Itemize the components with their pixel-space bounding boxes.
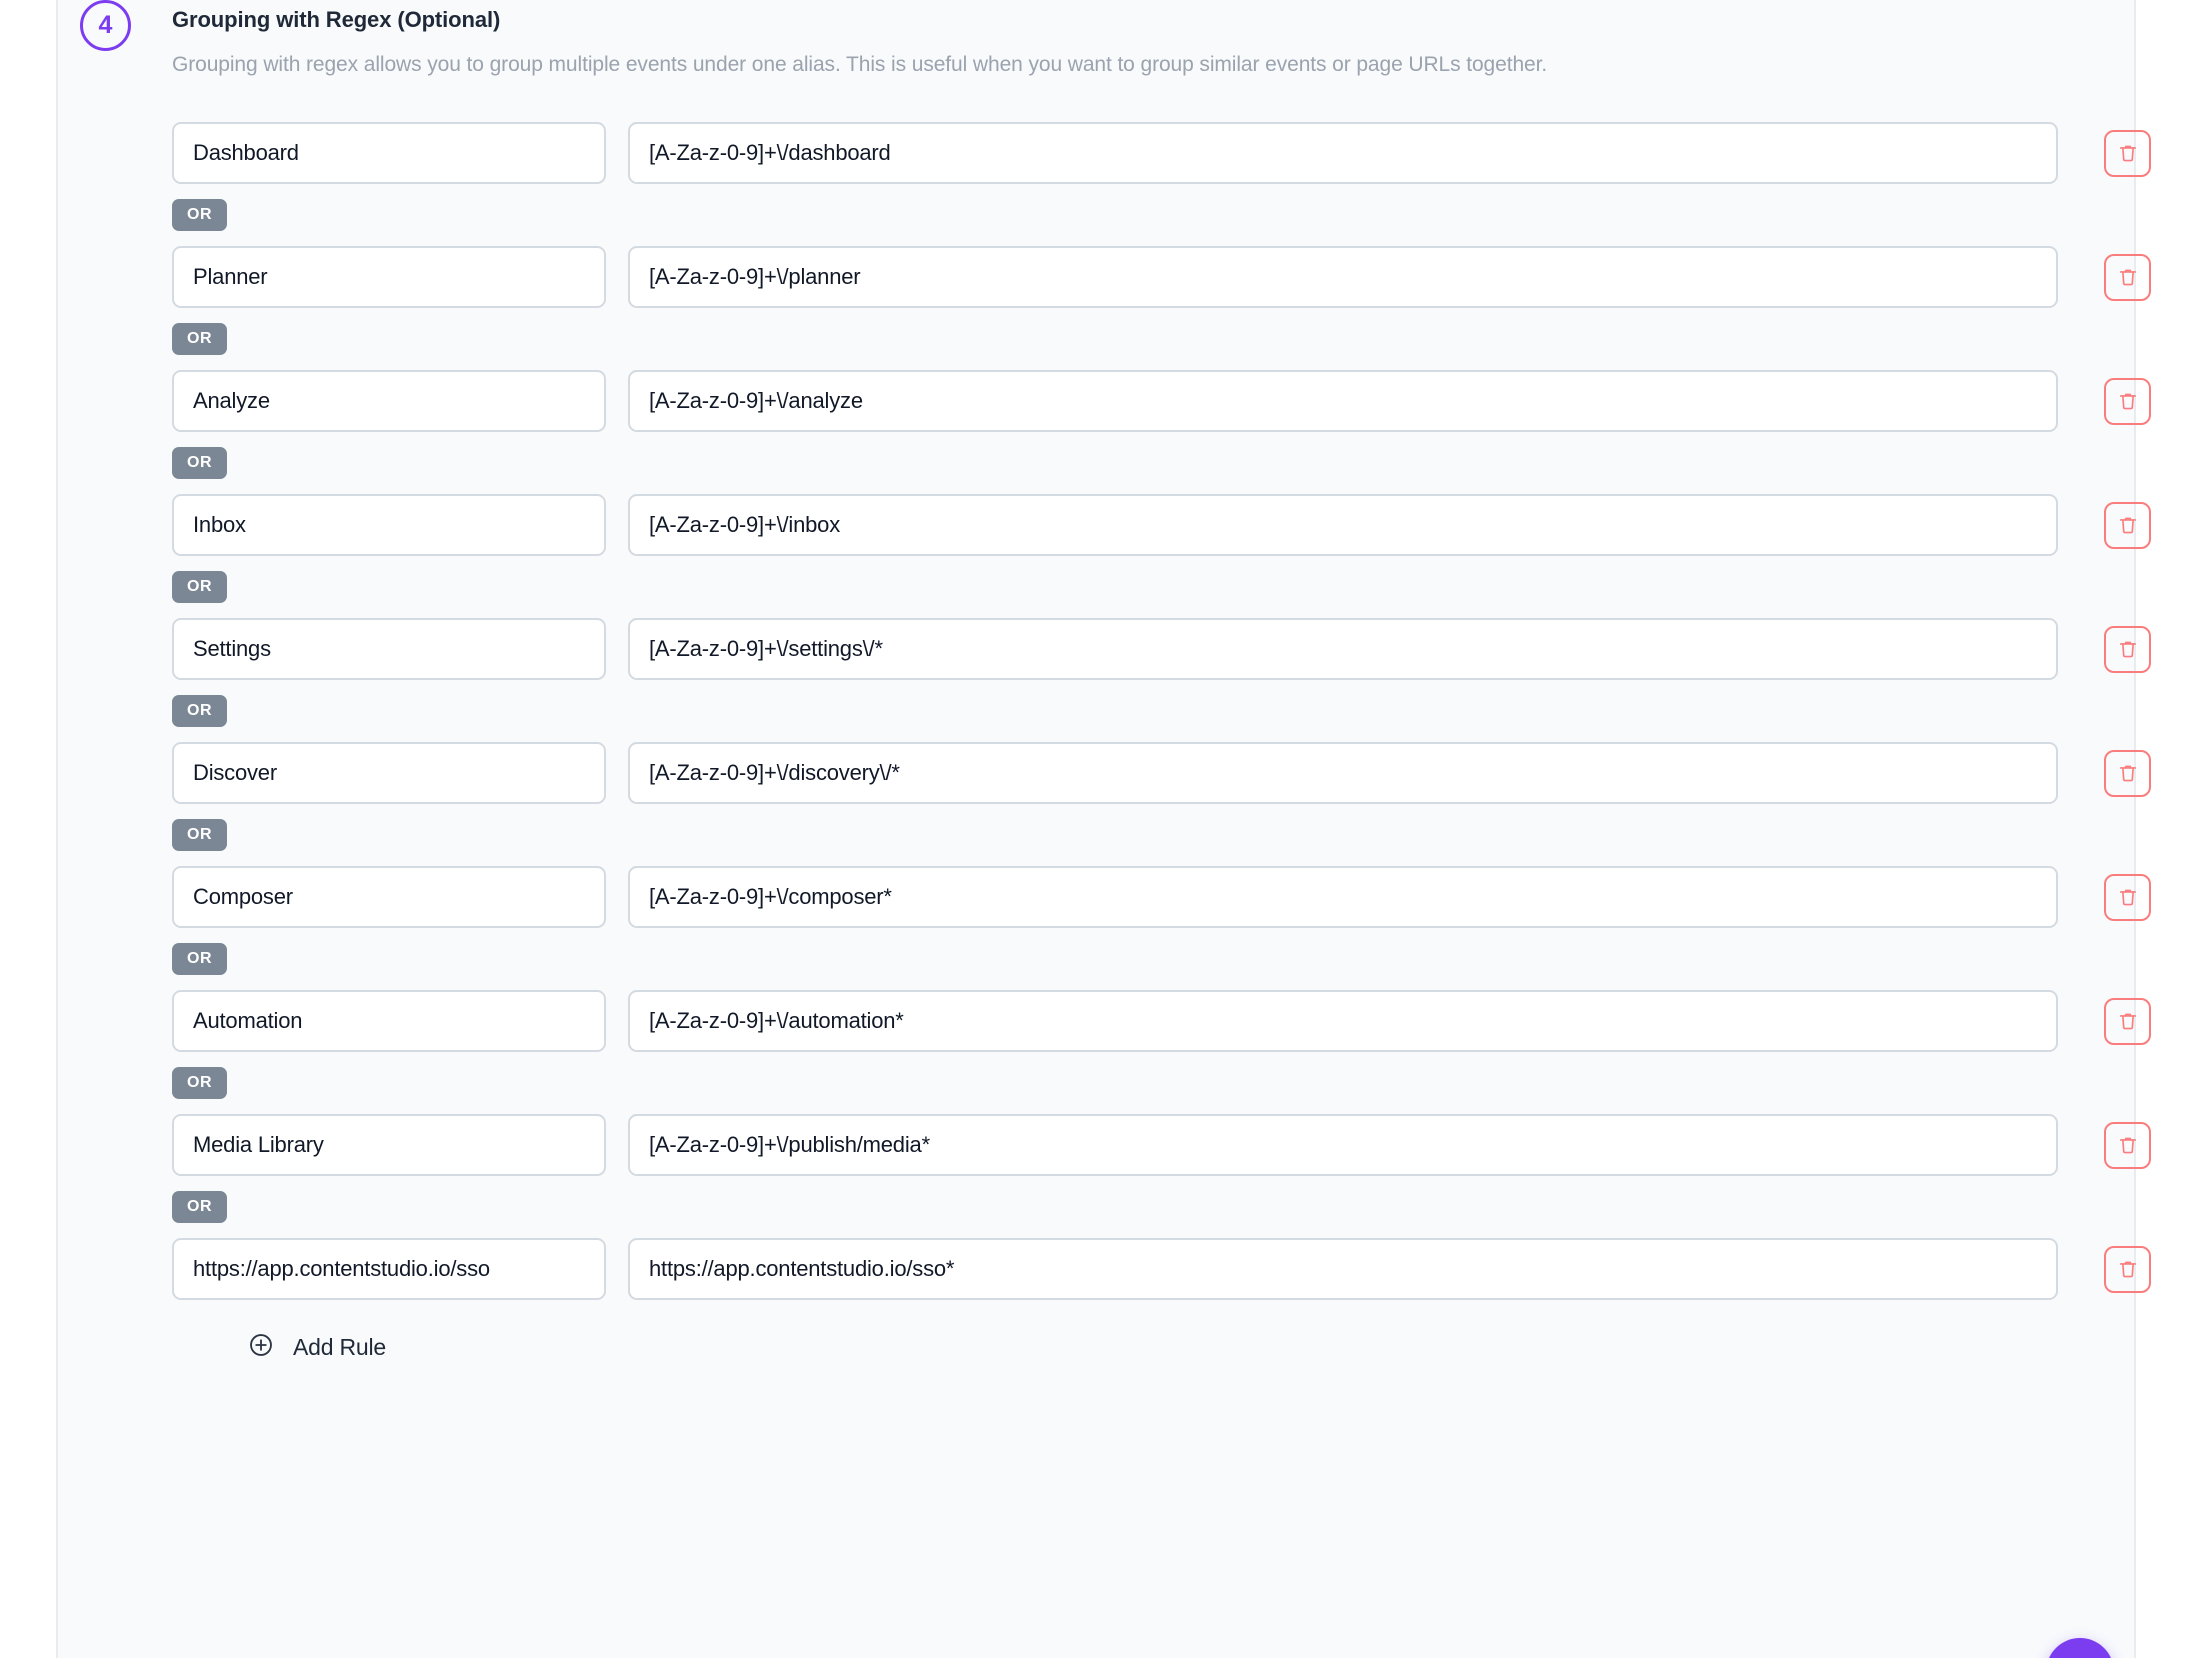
rule-regex-input[interactable]: [A-Za-z-0-9]+\/settings\/* [628, 618, 2058, 680]
delete-rule-button[interactable] [2104, 254, 2151, 301]
step-number-badge: 4 [80, 0, 131, 51]
rule-row: Settings [A-Za-z-0-9]+\/settings\/* [172, 618, 2108, 680]
or-separator-row: OR [172, 432, 2108, 494]
rule-row: Automation [A-Za-z-0-9]+\/automation* [172, 990, 2108, 1052]
rule-regex-input[interactable]: [A-Za-z-0-9]+\/inbox [628, 494, 2058, 556]
delete-rule-button[interactable] [2104, 130, 2151, 177]
trash-icon [2117, 390, 2139, 412]
or-badge: OR [172, 1067, 227, 1099]
delete-rule-button[interactable] [2104, 998, 2151, 1045]
add-rule-label: Add Rule [293, 1334, 386, 1361]
or-separator-row: OR [172, 680, 2108, 742]
rule-regex-input[interactable]: [A-Za-z-0-9]+\/automation* [628, 990, 2058, 1052]
or-badge: OR [172, 323, 227, 355]
or-badge: OR [172, 1191, 227, 1223]
page-root: 4 Grouping with Regex (Optional) Groupin… [0, 0, 2190, 1658]
rule-alias-input[interactable]: Analyze [172, 370, 606, 432]
rule-regex-input[interactable]: [A-Za-z-0-9]+\/publish/media* [628, 1114, 2058, 1176]
step-title: Grouping with Regex (Optional) [172, 6, 2134, 35]
rule-regex-input[interactable]: [A-Za-z-0-9]+\/dashboard [628, 122, 2058, 184]
trash-icon [2117, 1134, 2139, 1156]
regex-rules-list: Dashboard [A-Za-z-0-9]+\/dashboard OR Plann… [58, 122, 2134, 1300]
rule-row: Composer [A-Za-z-0-9]+\/composer* [172, 866, 2108, 928]
rule-alias-input[interactable]: Planner [172, 246, 606, 308]
rule-alias-input[interactable]: Automation [172, 990, 606, 1052]
delete-rule-button[interactable] [2104, 502, 2151, 549]
rule-alias-input[interactable]: Dashboard [172, 122, 606, 184]
rule-row: Analyze [A-Za-z-0-9]+\/analyze [172, 370, 2108, 432]
step-card-body: 4 Grouping with Regex (Optional) Groupin… [58, 0, 2134, 1363]
rule-row: Inbox [A-Za-z-0-9]+\/inbox [172, 494, 2108, 556]
plus-circle-icon [248, 1332, 274, 1363]
rule-regex-input[interactable]: [A-Za-z-0-9]+\/composer* [628, 866, 2058, 928]
delete-rule-button[interactable] [2104, 874, 2151, 921]
or-badge: OR [172, 447, 227, 479]
rule-row: Dashboard [A-Za-z-0-9]+\/dashboard [172, 122, 2108, 184]
trash-icon [2117, 886, 2139, 908]
delete-rule-button[interactable] [2104, 378, 2151, 425]
or-separator-row: OR [172, 1052, 2108, 1114]
or-separator-row: OR [172, 804, 2108, 866]
step-description: Grouping with regex allows you to group … [172, 51, 2134, 79]
or-separator-row: OR [172, 184, 2108, 246]
add-rule-button[interactable]: Add Rule [58, 1332, 386, 1363]
trash-icon [2117, 638, 2139, 660]
rule-regex-input[interactable]: [A-Za-z-0-9]+\/discovery\/* [628, 742, 2058, 804]
rule-alias-input[interactable]: Settings [172, 618, 606, 680]
delete-rule-button[interactable] [2104, 1122, 2151, 1169]
or-separator-row: OR [172, 308, 2108, 370]
rule-alias-input[interactable]: Composer [172, 866, 606, 928]
rule-regex-input[interactable]: [A-Za-z-0-9]+\/planner [628, 246, 2058, 308]
rule-regex-input[interactable]: https://app.contentstudio.io/sso* [628, 1238, 2058, 1300]
or-badge: OR [172, 695, 227, 727]
or-badge: OR [172, 943, 227, 975]
trash-icon [2117, 1010, 2139, 1032]
trash-icon [2117, 266, 2139, 288]
rule-alias-input[interactable]: Media Library [172, 1114, 606, 1176]
trash-icon [2117, 142, 2139, 164]
or-separator-row: OR [172, 1176, 2108, 1238]
rule-alias-input[interactable]: Discover [172, 742, 606, 804]
delete-rule-button[interactable] [2104, 626, 2151, 673]
rule-row: Discover [A-Za-z-0-9]+\/discovery\/* [172, 742, 2108, 804]
or-separator-row: OR [172, 928, 2108, 990]
or-badge: OR [172, 571, 227, 603]
delete-rule-button[interactable] [2104, 750, 2151, 797]
trash-icon [2117, 514, 2139, 536]
rule-row: https://app.contentstudio.io/sso https://… [172, 1238, 2108, 1300]
or-separator-row: OR [172, 556, 2108, 618]
delete-rule-button[interactable] [2104, 1246, 2151, 1293]
trash-icon [2117, 1258, 2139, 1280]
or-badge: OR [172, 819, 227, 851]
trash-icon [2117, 762, 2139, 784]
or-badge: OR [172, 199, 227, 231]
rule-regex-input[interactable]: [A-Za-z-0-9]+\/analyze [628, 370, 2058, 432]
step-header: 4 Grouping with Regex (Optional) Groupin… [58, 0, 2134, 86]
rule-alias-input[interactable]: https://app.contentstudio.io/sso [172, 1238, 606, 1300]
step-card: 4 Grouping with Regex (Optional) Groupin… [56, 0, 2136, 1658]
rule-row: Planner [A-Za-z-0-9]+\/planner [172, 246, 2108, 308]
rule-row: Media Library [A-Za-z-0-9]+\/publish/medi… [172, 1114, 2108, 1176]
rule-alias-input[interactable]: Inbox [172, 494, 606, 556]
